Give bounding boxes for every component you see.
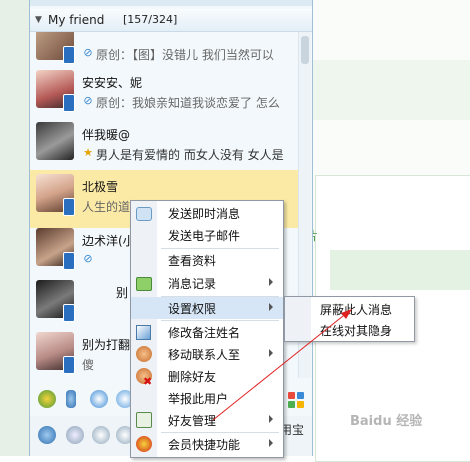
annotation-arrow-head [341, 309, 352, 319]
annotation-arrow-line [212, 311, 349, 421]
annotation-arrow [212, 309, 352, 421]
watermark: Baidu 经验 [350, 414, 423, 429]
